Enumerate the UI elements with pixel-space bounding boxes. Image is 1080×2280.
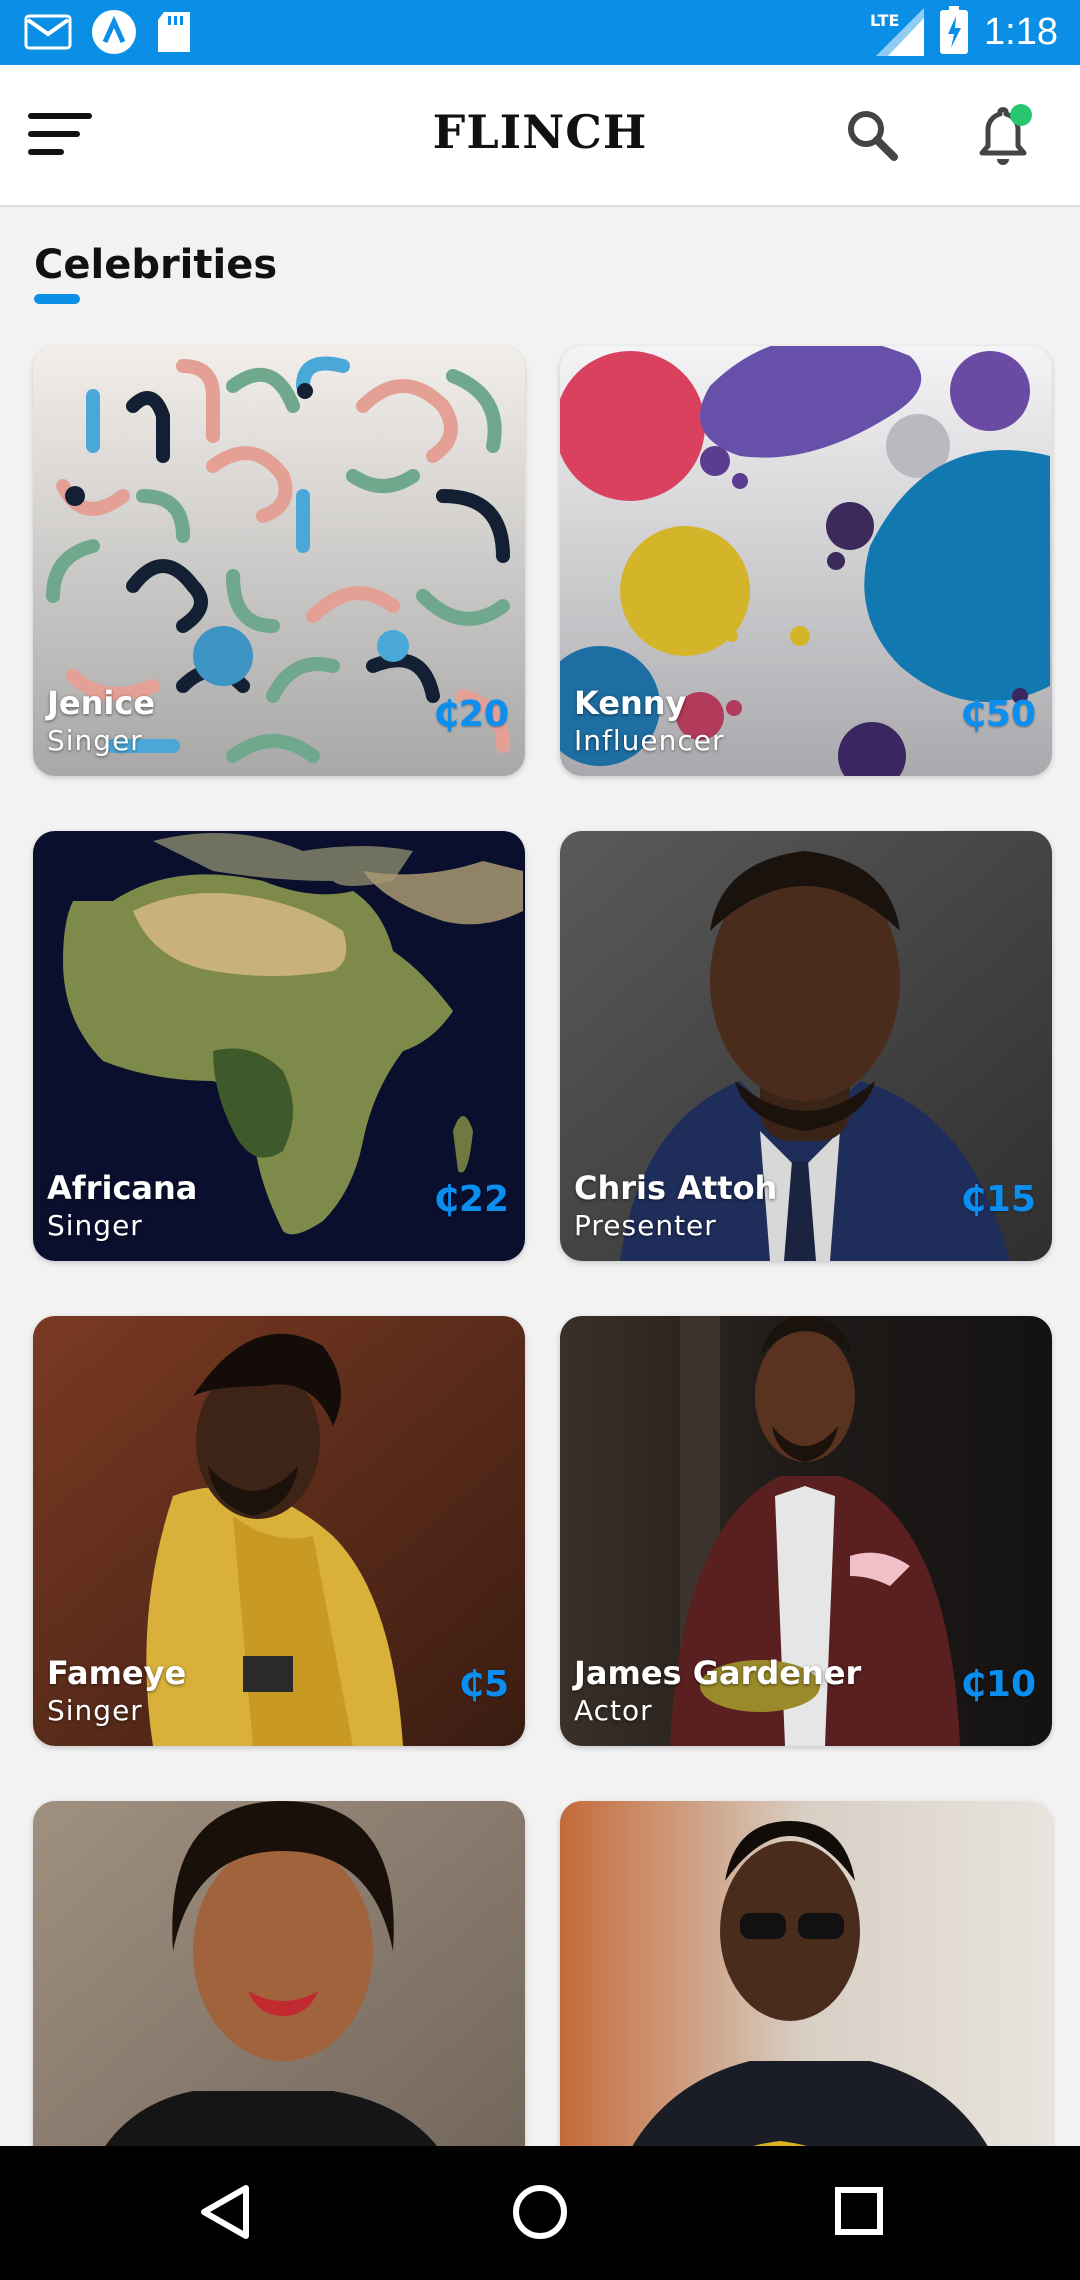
card-role: Singer <box>47 1209 143 1242</box>
card-price: ₵10 <box>960 1664 1036 1705</box>
celebrity-card-africana[interactable]: Africana Singer ₵22 <box>33 831 525 1261</box>
card-name: Kenny <box>574 684 687 722</box>
status-bar: LTE 1:18 <box>0 0 1080 65</box>
notification-dot <box>1010 104 1032 126</box>
card-name: Africana <box>47 1169 198 1207</box>
celebrity-card-chris-attoh[interactable]: Chris Attoh Presenter ₵15 <box>560 831 1052 1261</box>
bell-icon[interactable] <box>968 101 1038 171</box>
gmail-icon <box>24 12 72 56</box>
card-price: ₵15 <box>960 1179 1036 1220</box>
home-icon[interactable] <box>504 2176 576 2248</box>
card-name: Chris Attoh <box>574 1169 778 1207</box>
card-price: ₵5 <box>458 1664 509 1705</box>
app-icon <box>90 8 138 60</box>
recents-icon[interactable] <box>824 2176 896 2248</box>
card-role: Singer <box>47 1694 143 1727</box>
card-price: ₵20 <box>433 694 509 735</box>
sd-card-icon <box>156 10 192 58</box>
app-title: FLINCH <box>432 105 648 159</box>
celebrity-card-jenice[interactable]: Jenice Singer ₵20 <box>33 346 525 776</box>
back-icon[interactable] <box>190 2176 262 2248</box>
clock: 1:18 <box>984 10 1058 53</box>
card-name: Jenice <box>47 684 156 722</box>
navigation-bar <box>0 2146 1080 2280</box>
card-role: Influencer <box>574 724 725 757</box>
search-icon[interactable] <box>840 103 904 167</box>
app-bar: FLINCH <box>0 65 1080 207</box>
battery-charging-icon <box>940 6 969 58</box>
card-name: James Gardener <box>574 1654 862 1692</box>
section-underline <box>34 294 80 304</box>
celebrity-card-kenny[interactable]: Kenny Influencer ₵50 <box>560 346 1052 776</box>
card-role: Actor <box>574 1694 653 1727</box>
celebrity-card-fameye[interactable]: Fameye Singer ₵5 <box>33 1316 525 1746</box>
signal-icon: LTE <box>870 8 925 56</box>
celebrity-card-james-gardener[interactable]: James Gardener Actor ₵10 <box>560 1316 1052 1746</box>
section-title: Celebrities <box>34 242 278 288</box>
card-role: Singer <box>47 724 143 757</box>
card-price: ₵22 <box>433 1179 509 1220</box>
card-name: Fameye <box>47 1654 187 1692</box>
card-role: Presenter <box>574 1209 717 1242</box>
card-price: ₵50 <box>960 694 1036 735</box>
